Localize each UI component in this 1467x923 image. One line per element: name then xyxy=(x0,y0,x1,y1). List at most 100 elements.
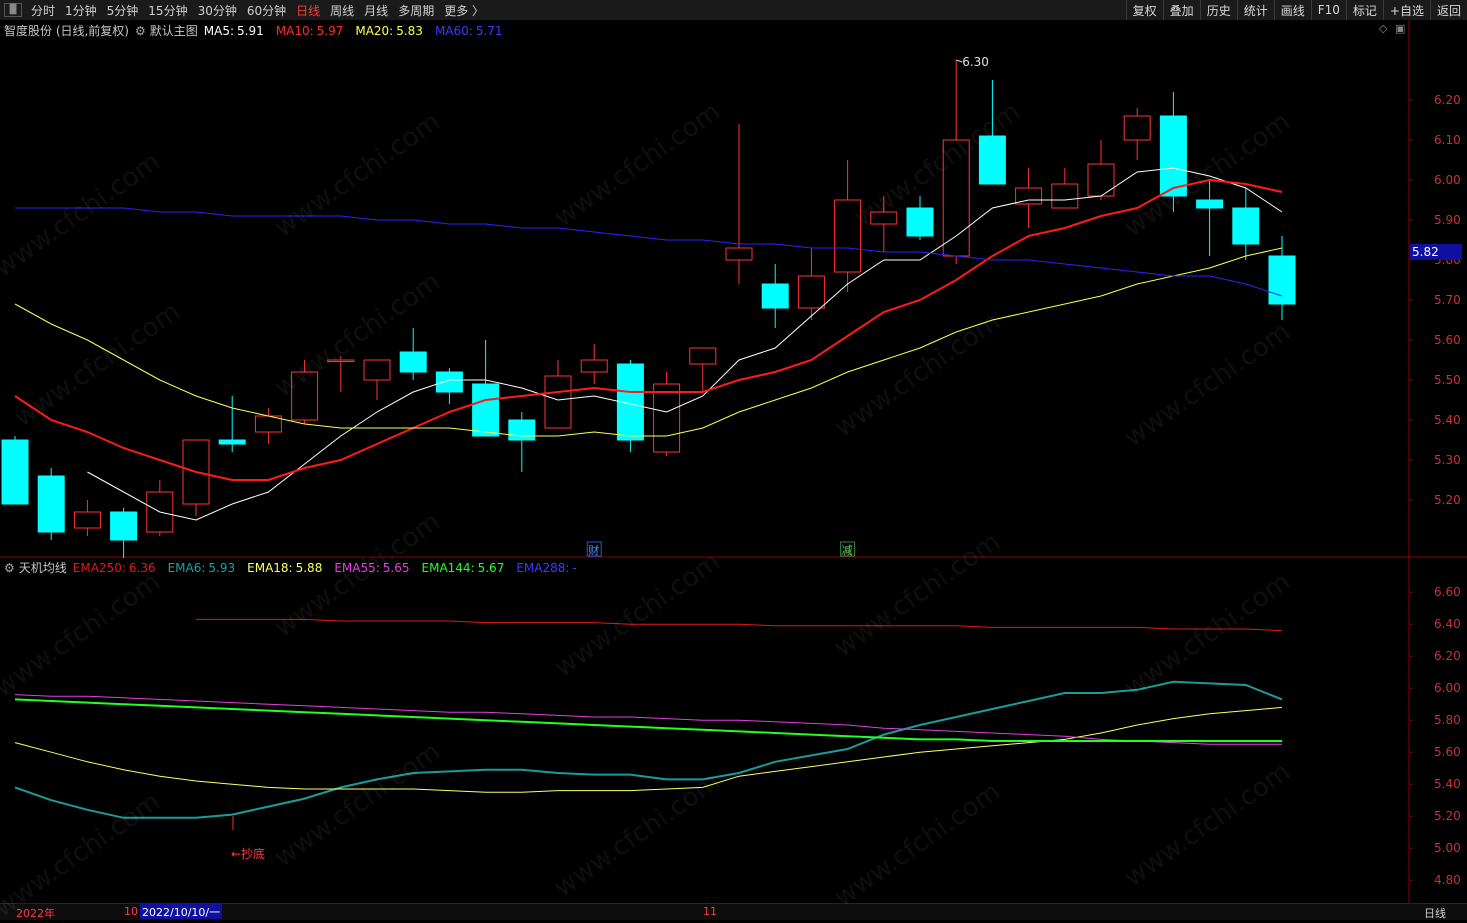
sub-y-tick-label: 6.20 xyxy=(1434,649,1461,663)
candle-body-down xyxy=(1196,199,1224,209)
tool-button-0[interactable]: 复权 xyxy=(1125,0,1163,20)
sub-legend: ⚙ 天机均线 EMA250: 6.36 EMA6: 5.93 EMA18: 5.88 … xyxy=(4,559,589,576)
tool-button-4[interactable]: 画线 xyxy=(1273,0,1311,20)
period-tab-0[interactable]: 分时 xyxy=(26,2,60,19)
sub-y-tick-label: 6.40 xyxy=(1434,617,1461,631)
current-price-label: 5.82 xyxy=(1412,245,1439,259)
month-11-label: 11 xyxy=(703,905,717,918)
high-price-marker: 6.30 xyxy=(962,55,989,69)
period-tab-3[interactable]: 15分钟 xyxy=(143,2,192,19)
ema144-value: 5.67 xyxy=(477,560,505,575)
sub-y-tick-label: 5.40 xyxy=(1434,777,1461,791)
diamond-icon[interactable]: ◇ xyxy=(1379,22,1387,35)
ma10-label: MA10: xyxy=(275,23,314,38)
sub-y-tick-label: 5.60 xyxy=(1434,745,1461,759)
ma5-value: 5.91 xyxy=(237,23,264,38)
chaodi-label: ←抄底 xyxy=(231,846,265,861)
ma20-value: 5.83 xyxy=(396,23,423,38)
candle-body-down xyxy=(472,383,500,437)
period-tab-10[interactable]: 更多 〉 xyxy=(439,2,489,19)
tool-button-3[interactable]: 统计 xyxy=(1236,0,1274,20)
sub-y-tick-label: 4.80 xyxy=(1434,873,1461,887)
candle-body-down xyxy=(508,419,536,441)
settings-icon[interactable]: ⚙ xyxy=(135,24,146,38)
candle[interactable] xyxy=(653,372,681,456)
period-tab-1[interactable]: 1分钟 xyxy=(60,2,102,19)
cai-marker[interactable]: 财 xyxy=(588,543,599,557)
candle-body-down xyxy=(435,371,463,393)
main-price-chart[interactable]: 6.206.106.005.905.805.705.605.505.405.30… xyxy=(0,20,1467,558)
ema250-label: EMA250: xyxy=(72,560,126,575)
candle-body-down xyxy=(761,283,789,309)
panel-controls: ◇ ▣ xyxy=(1379,22,1405,35)
tool-button-5[interactable]: F10 xyxy=(1310,0,1346,20)
cursor-date-label: 2022/10/10/一 xyxy=(140,904,223,919)
y-tick-label: 5.40 xyxy=(1434,413,1461,427)
tool-button-1[interactable]: 叠加 xyxy=(1162,0,1200,20)
y-tick-label: 5.30 xyxy=(1434,453,1461,467)
sub-indicator-name[interactable]: 天机均线 xyxy=(19,559,67,576)
ema55-value: 5.65 xyxy=(382,560,410,575)
candle-body-up xyxy=(327,359,355,362)
period-tab-8[interactable]: 月线 xyxy=(359,2,393,19)
candle-body-up xyxy=(1123,115,1151,141)
period-tab-9[interactable]: 多周期 xyxy=(393,2,439,19)
y-tick-label: 5.50 xyxy=(1434,373,1461,387)
period-tab-4[interactable]: 30分钟 xyxy=(193,2,242,19)
time-axis-bar: 2022年 10 2022/10/10/一 11 日线 xyxy=(0,903,1467,920)
candle-body-up xyxy=(580,359,608,373)
ema144-label: EMA144: xyxy=(421,560,475,575)
menu-icon[interactable]: ▐▌ xyxy=(4,3,22,17)
tool-button-2[interactable]: 历史 xyxy=(1199,0,1237,20)
candle-body-up xyxy=(1051,183,1079,209)
candle[interactable] xyxy=(1,436,29,505)
y-tick-label: 5.70 xyxy=(1434,293,1461,307)
sub-y-tick-label: 5.80 xyxy=(1434,713,1461,727)
sub-y-tick-label: 6.00 xyxy=(1434,681,1461,695)
period-tab-5[interactable]: 60分钟 xyxy=(242,2,291,19)
candle-body-down xyxy=(906,207,934,237)
tool-buttons: 复权 叠加 历史 统计 画线 F10 标记 +自选 返回 xyxy=(1125,0,1467,20)
ema6-value: 5.93 xyxy=(208,560,236,575)
candle-body-up xyxy=(1087,163,1115,197)
tool-button-7[interactable]: +自选 xyxy=(1382,0,1430,20)
y-tick-label: 6.20 xyxy=(1434,93,1461,107)
ma5-label: MA5: xyxy=(203,23,235,38)
ema288-label: EMA288: xyxy=(516,560,570,575)
y-tick-label: 5.20 xyxy=(1434,493,1461,507)
candle-body-up xyxy=(689,347,717,365)
indicator-name[interactable]: 默认主图 xyxy=(150,22,198,39)
ma20-label: MA20: xyxy=(355,23,394,38)
period-tab-2[interactable]: 5分钟 xyxy=(102,2,144,19)
stock-title[interactable]: 智度股份 (日线,前复权) xyxy=(4,22,129,39)
ema288-value: - xyxy=(572,560,577,575)
ma60-value: 5.71 xyxy=(475,23,503,38)
ma60-label: MA60: xyxy=(434,23,473,38)
candle[interactable] xyxy=(37,468,65,540)
candle-body-up xyxy=(544,375,572,429)
ema55-label: EMA55: xyxy=(334,560,380,575)
period-tab-7[interactable]: 周线 xyxy=(325,2,359,19)
sub-y-tick-label: 5.20 xyxy=(1434,809,1461,823)
period-tab-6[interactable]: 日线 xyxy=(291,2,325,19)
candle-body-down xyxy=(1232,207,1260,245)
candle-body-down xyxy=(218,439,246,445)
tool-button-6[interactable]: 标记 xyxy=(1345,0,1383,20)
sub-y-tick-label: 6.60 xyxy=(1434,585,1461,599)
main-legend: 智度股份 (日线,前复权) ⚙ 默认主图 MA5: 5.91 MA10: 5.97 … xyxy=(4,22,515,39)
candle-body-up xyxy=(363,359,391,381)
tool-button-8[interactable]: 返回 xyxy=(1429,0,1467,20)
maximize-icon[interactable]: ▣ xyxy=(1395,22,1405,35)
candle-body-down xyxy=(399,351,427,373)
period-tabs: 分时 1分钟 5分钟 15分钟 30分钟 60分钟 日线 周线 月线 多周期 更多 〉 xyxy=(26,2,489,19)
candle-body-down xyxy=(1159,115,1187,197)
jian-marker[interactable]: 减 xyxy=(842,544,853,557)
ema-indicator-chart[interactable]: 6.60 6.40 6.20 6.00 5.80 5.60 5.40 5.20 5.00 4.80… xyxy=(0,558,1467,903)
ema250-value: 6.36 xyxy=(128,560,156,575)
candle-body-down xyxy=(110,511,138,541)
period-toolbar: ▐▌ 分时 1分钟 5分钟 15分钟 30分钟 60分钟 日线 周线 月线 多周期 更多 〉 复权叠… xyxy=(0,0,1467,21)
y-tick-label: 6.10 xyxy=(1434,133,1461,147)
candle-body-down xyxy=(1268,255,1296,305)
expand-icon[interactable]: ⚙ xyxy=(4,561,15,575)
y-tick-label: 6.00 xyxy=(1434,173,1461,187)
